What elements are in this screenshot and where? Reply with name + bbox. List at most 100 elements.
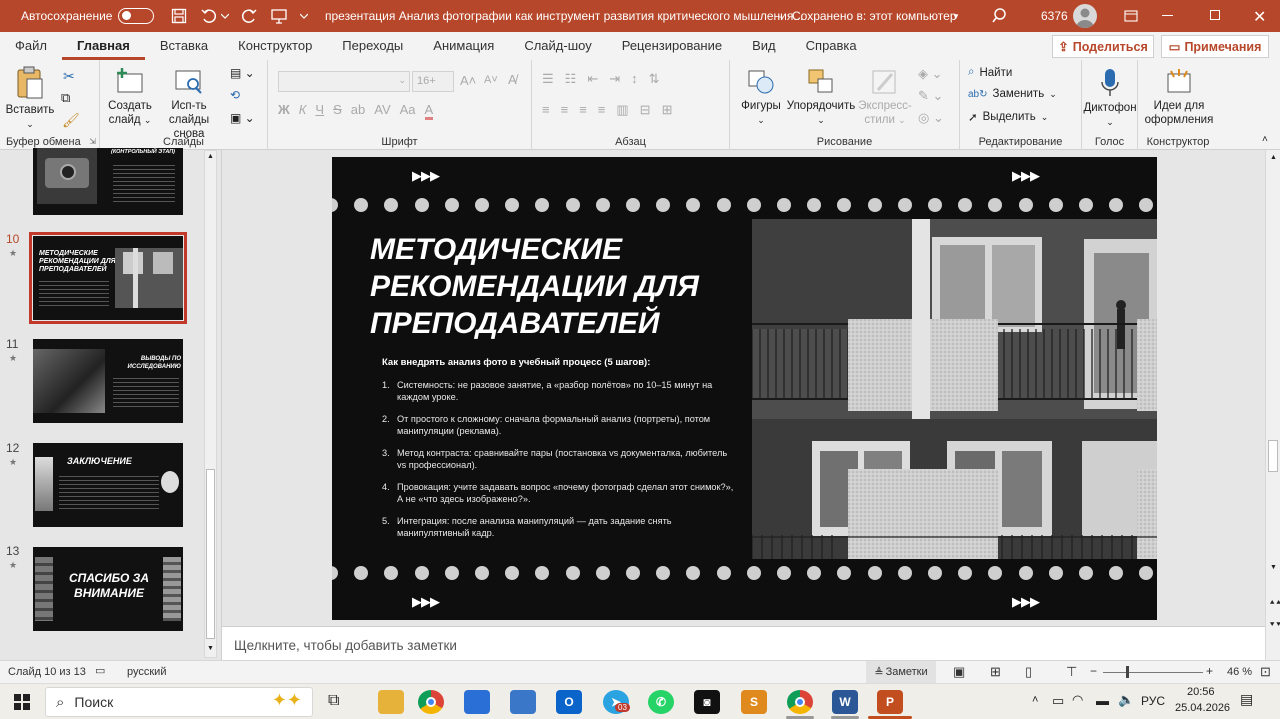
restore-icon[interactable] [1210,10,1220,20]
tab-review[interactable]: Рецензирование [607,32,737,60]
layout-icon[interactable]: ▤ ⌄ [230,66,255,80]
avatar[interactable] [1073,4,1097,28]
zoom-level[interactable]: 46 % [1227,666,1252,678]
tab-transitions[interactable]: Переходы [327,32,418,60]
design-ideas-button[interactable]: Идеи для оформления [1142,68,1216,127]
word-icon[interactable]: W [832,690,858,714]
autosave-toggle[interactable] [118,8,155,24]
bold-button[interactable]: Ж [278,102,290,120]
copy-icon[interactable]: ⧉ [61,90,70,106]
strike-button[interactable]: S [333,102,342,120]
chrome-icon[interactable] [418,690,444,714]
battery-icon[interactable]: ▬ [1096,693,1109,708]
scroll-thumb[interactable] [206,469,215,639]
sublime-icon[interactable]: S [741,690,767,714]
close-icon[interactable]: ✕ [1253,7,1266,27]
chevron-down-icon[interactable] [220,5,230,27]
smartart-icon[interactable]: ⊞ [662,102,673,118]
reuse-slides-button[interactable]: Исп-ть слайды снова [156,68,222,141]
scroll-down-icon[interactable]: ▼ [207,645,214,652]
wifi-icon[interactable]: ◠ [1072,692,1083,708]
quick-styles-button[interactable]: Экспресс-стили ⌄ [854,68,916,127]
arrange-button[interactable]: Упорядочить ⌄ [784,68,858,127]
network-icon[interactable]: ▭ [1052,693,1064,709]
slide-10[interactable]: ▶▶▶ ▶▶▶ ▶▶▶ ▶▶▶ МЕТОДИЧЕСКИЕ РЕКОМЕНДАЦИ… [332,157,1157,620]
powerpoint-icon[interactable]: P [877,690,903,714]
tab-help[interactable]: Справка [791,32,872,60]
select-button[interactable]: ➚ Выделить ⌄ [968,110,1048,124]
align-text-icon[interactable]: ⊟ [640,102,651,118]
justify-icon[interactable]: ≡ [598,102,606,118]
case-button[interactable]: Aa [400,102,416,120]
thumbnail-slide-11[interactable]: ВЫВОДЫ ПО ИССЛЕДОВАНИЮ [33,339,183,423]
shadow-button[interactable]: ab [351,102,365,120]
indent-increase-icon[interactable]: ⇥ [609,71,620,87]
previous-slide-icon[interactable]: ⯅⯅ [1269,598,1280,608]
dictate-button[interactable]: Диктофон ⌄ [1082,68,1138,129]
comments-button[interactable]: ▭ Примечания [1161,35,1269,58]
align-right-icon[interactable]: ≡ [579,102,587,118]
notion-icon[interactable]: ◙ [694,690,720,714]
windows-start-icon[interactable] [14,694,30,713]
replace-button[interactable]: ab↻ Заменить ⌄ [968,88,1057,100]
line-spacing-icon[interactable]: ↕ [631,71,638,87]
slide-title[interactable]: МЕТОДИЧЕСКИЕ РЕКОМЕНДАЦИИ ДЛЯ ПРЕПОДАВАТ… [370,231,770,342]
font-name-select[interactable]: ⌄ [278,71,410,92]
slide-sorter-icon[interactable]: ⊞ [990,664,1001,680]
undo-icon[interactable] [198,5,220,27]
notifications-icon[interactable]: ▤ [1240,691,1253,708]
zoom-in-icon[interactable]: + [1206,664,1213,678]
steps-list[interactable]: 1. Системность: не разовое занятие, а «ра… [382,379,734,549]
reset-icon[interactable]: ⟲ [230,88,240,102]
thumbnail-slide-9[interactable]: (КОНТРОЛЬНЫЙ ЭТАП) [33,148,183,215]
clock-date[interactable]: 25.04.2026 [1175,702,1230,714]
present-icon[interactable] [268,5,290,27]
next-slide-icon[interactable]: ⯆⯆ [1269,620,1280,630]
tab-file[interactable]: Файл [0,32,62,60]
editor-scrollbar[interactable]: ▲ ▼ ⯅⯅ ⯆⯆ [1265,150,1280,660]
language-status[interactable]: русский [127,666,166,678]
scroll-up-icon[interactable]: ▲ [1270,154,1277,161]
scroll-up-icon[interactable]: ▲ [207,153,214,160]
cut-icon[interactable]: ✂ [63,68,75,85]
font-size-select[interactable]: 16+ [412,71,454,92]
reading-view-icon[interactable]: ▯ [1025,664,1032,680]
share-button[interactable]: ⇪ Поделиться [1052,35,1154,58]
scroll-thumb[interactable] [1268,440,1278,472]
section-icon[interactable]: ▣ ⌄ [230,111,255,125]
thumbnail-slide-13[interactable]: СПАСИБО ЗА ВНИМАНИЕ [33,547,183,631]
zoom-slider[interactable] [1103,672,1203,673]
align-left-icon[interactable]: ≡ [542,102,550,118]
chrome-icon-2[interactable] [787,690,813,714]
collapse-ribbon-icon[interactable]: ˄ [1262,134,1268,145]
align-center-icon[interactable]: ≡ [561,102,569,118]
notes-pane[interactable]: Щелкните, чтобы добавить заметки [222,626,1265,660]
shape-outline-icon[interactable]: ✎ ⌄ [918,88,943,104]
clear-format-icon[interactable]: A̸ [508,72,517,87]
shape-fill-icon[interactable]: ◈ ⌄ [918,66,943,82]
tab-animations[interactable]: Анимация [418,32,509,60]
save-icon[interactable] [168,5,190,27]
dialog-launcher-icon[interactable]: ⇲ [89,137,96,146]
shape-effects-icon[interactable]: ◎ ⌄ [918,110,944,126]
file-explorer-icon[interactable] [378,690,404,714]
thumbnails-scrollbar[interactable]: ▲ ▼ [204,150,217,658]
chevron-down-icon[interactable]: ▼ [952,12,960,21]
minimize-icon[interactable] [1162,15,1173,16]
paste-button[interactable]: Вставить ⌄ [4,66,56,131]
notes-toggle-button[interactable]: ≜ Заметки [866,661,936,683]
notes-placeholder[interactable]: Щелкните, чтобы добавить заметки [234,638,457,653]
save-status[interactable]: Сохранено в: этот компьютер [792,9,957,23]
shrink-font-icon[interactable]: A˅ [484,74,498,86]
chevron-up-icon[interactable]: ˄ [1032,694,1038,706]
bullets-icon[interactable]: ☰ [542,71,554,87]
format-painter-icon[interactable]: 🖌 [62,112,80,129]
shapes-button[interactable]: Фигуры ⌄ [738,68,784,127]
redo-icon[interactable] [238,5,260,27]
search-icon[interactable] [990,5,1012,27]
building-photo[interactable] [751,219,1157,559]
tab-view[interactable]: Вид [737,32,791,60]
spellcheck-icon[interactable]: ▭ [95,664,105,677]
numbering-icon[interactable]: ☷ [565,71,577,87]
new-slide-button[interactable]: Создать слайд ⌄ [104,68,156,127]
